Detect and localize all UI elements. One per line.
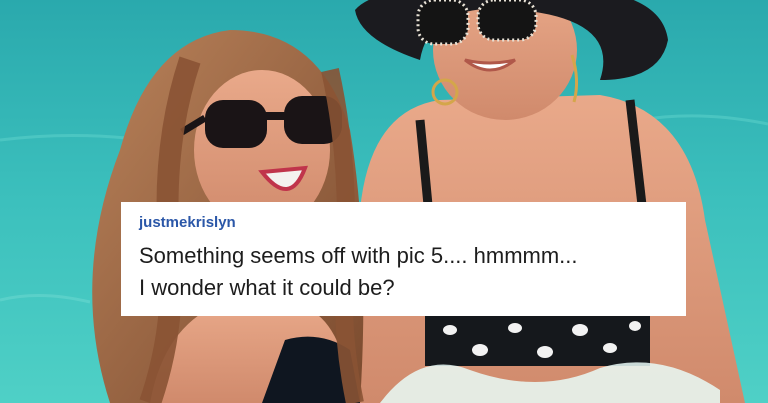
comment-text: Something seems off with pic 5.... hmmmm… [139,243,578,300]
comment-card: justmekrislyn Something seems off with p… [121,202,686,316]
comment-username[interactable]: justmekrislyn [139,214,668,232]
photo-scene: justmekrislyn Something seems off with p… [0,0,768,403]
polka-dot-swimsuit [425,316,650,366]
